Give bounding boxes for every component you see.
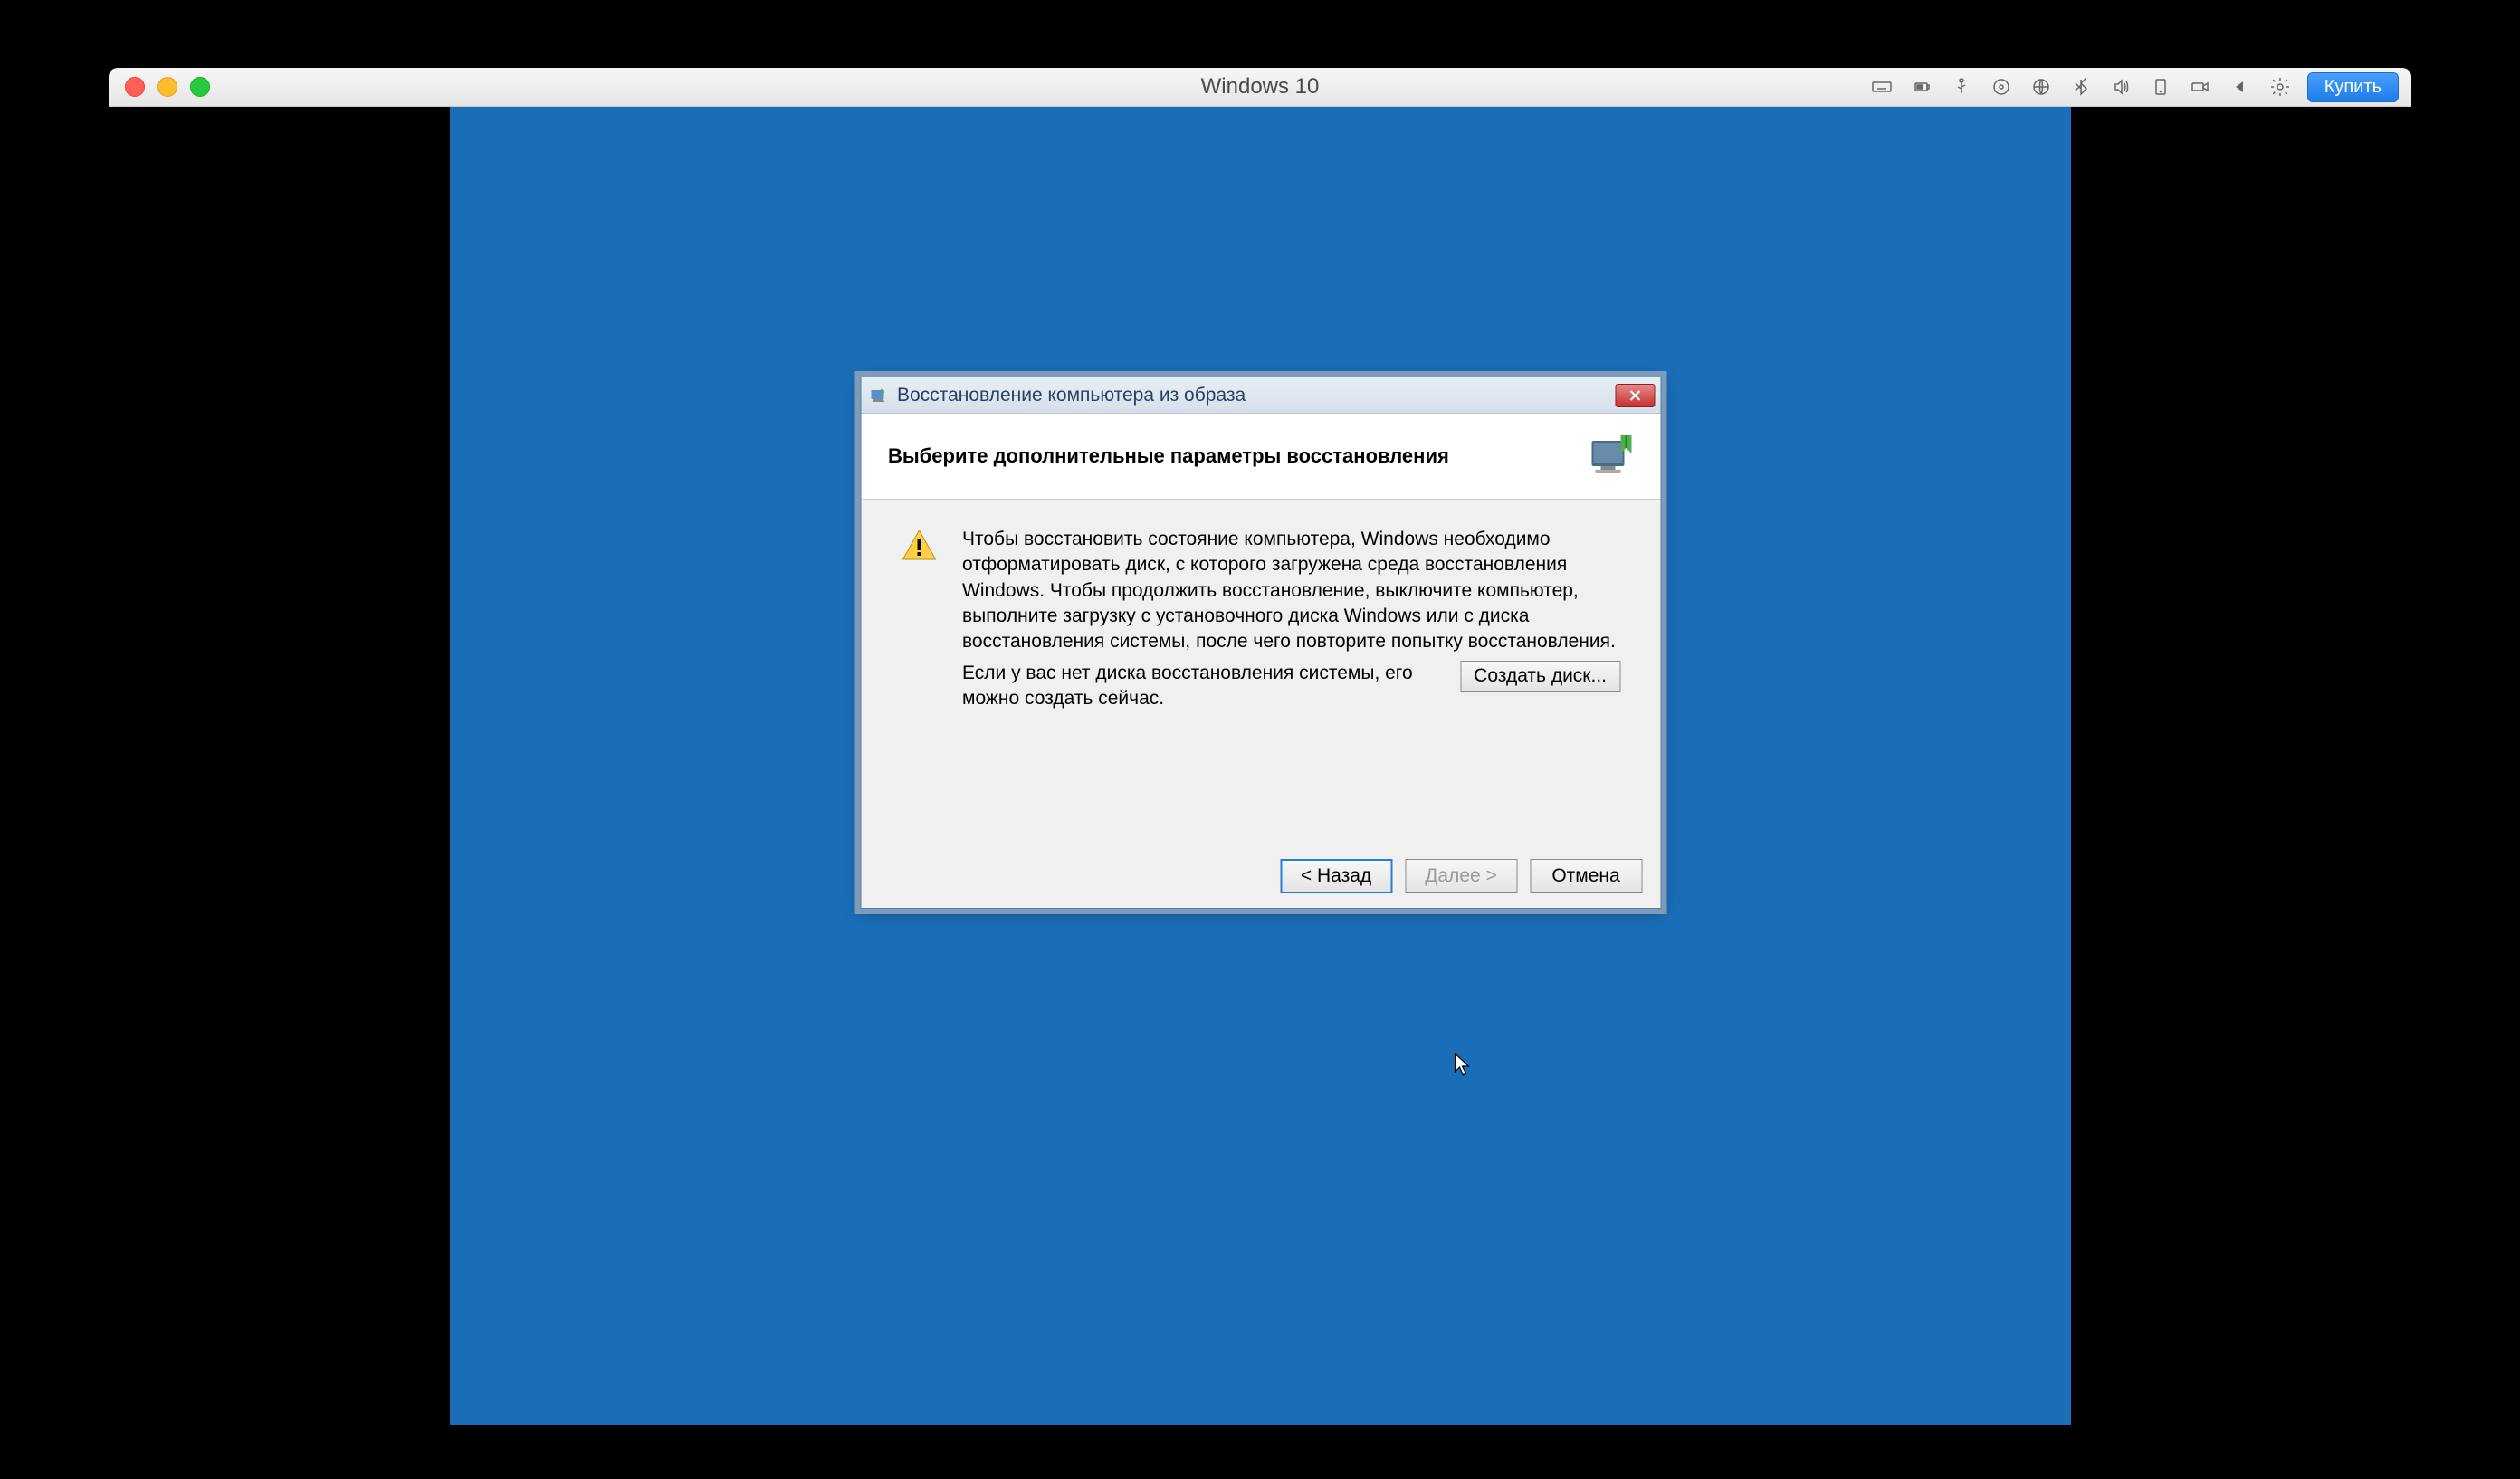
vm-toolbar: Купить [1869, 72, 2399, 102]
back-arrow-icon[interactable] [2228, 74, 2253, 100]
window-minimize-button[interactable] [158, 77, 177, 97]
warning-icon [901, 527, 937, 563]
battery-icon[interactable] [1909, 74, 1934, 100]
dialog-close-button[interactable] [1615, 384, 1655, 407]
dialog-titlebar[interactable]: Восстановление компьютера из образа [861, 377, 1660, 414]
cursor-icon [1453, 1052, 1473, 1077]
window-title: Windows 10 [1201, 74, 1320, 100]
recovery-dialog: Восстановление компьютера из образа Выбе… [860, 377, 1661, 909]
mac-titlebar: Windows 10 [109, 68, 2411, 107]
recovery-header-icon [1584, 428, 1640, 484]
message-paragraph-1: Чтобы восстановить состояние компьютера,… [962, 527, 1620, 655]
disc-icon[interactable] [1989, 74, 2014, 100]
tablet-icon[interactable] [2148, 74, 2173, 100]
window-close-button[interactable] [125, 77, 145, 97]
usb-icon[interactable] [1949, 74, 1974, 100]
camera-icon[interactable] [2188, 74, 2213, 100]
dialog-footer: < Назад Далее > Отмена [861, 844, 1660, 908]
traffic-lights [109, 77, 210, 97]
cancel-button[interactable]: Отмена [1530, 859, 1642, 893]
buy-button[interactable]: Купить [2307, 72, 2399, 102]
dialog-app-icon [868, 385, 890, 406]
dialog-heading: Выберите дополнительные параметры восста… [888, 444, 1449, 468]
keyboard-icon[interactable] [1869, 74, 1895, 100]
mac-vm-window: Windows 10 [109, 68, 2411, 1425]
vm-display-area: Восстановление компьютера из образа Выбе… [109, 107, 2411, 1425]
message-paragraph-2: Если у вас нет диска восстановления сист… [962, 661, 1442, 712]
dialog-title: Восстановление компьютера из образа [897, 385, 1246, 406]
create-disk-button[interactable]: Создать диск... [1460, 661, 1620, 692]
gear-icon[interactable] [2267, 74, 2293, 100]
dialog-message-text: Чтобы восстановить состояние компьютера,… [962, 527, 1620, 711]
next-button: Далее > [1405, 859, 1517, 893]
window-maximize-button[interactable] [190, 77, 210, 97]
volume-icon[interactable] [2108, 74, 2133, 100]
windows-desktop: Восстановление компьютера из образа Выбе… [450, 107, 2071, 1425]
dialog-header: Выберите дополнительные параметры восста… [861, 414, 1660, 500]
dialog-body: Чтобы восстановить состояние компьютера,… [861, 500, 1660, 844]
network-icon[interactable] [2028, 74, 2054, 100]
bluetooth-icon[interactable] [2068, 74, 2094, 100]
back-button[interactable]: < Назад [1280, 859, 1392, 893]
